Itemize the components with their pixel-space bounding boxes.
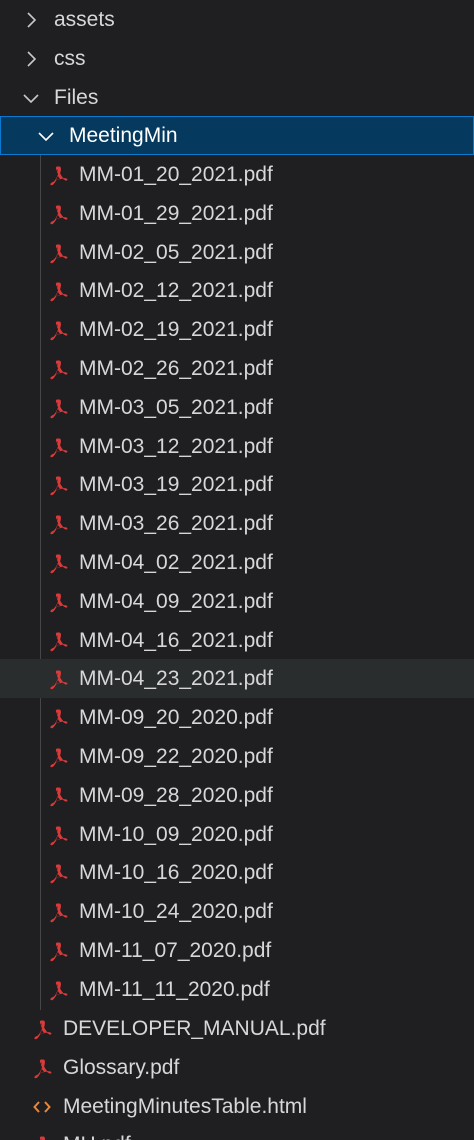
file-label: MM-02_05_2021.pdf	[79, 241, 273, 264]
pdf-icon	[48, 242, 68, 264]
pdf-icon	[48, 358, 68, 380]
pdf-icon	[48, 940, 68, 962]
pdf-icon	[48, 901, 68, 923]
html-icon	[32, 1096, 52, 1118]
file-row[interactable]: Glossary.pdf	[0, 1048, 474, 1087]
file-label: MM-02_19_2021.pdf	[79, 318, 273, 341]
pdf-icon	[48, 979, 68, 1001]
folder-label: assets	[54, 8, 115, 31]
file-label: MeetingMinutesTable.html	[63, 1095, 307, 1118]
file-row[interactable]: MM-01_20_2021.pdf	[0, 155, 474, 194]
pdf-icon	[48, 824, 68, 846]
file-label: MM-01_29_2021.pdf	[79, 202, 273, 225]
file-label: MM-04_09_2021.pdf	[79, 590, 273, 613]
file-label: MM-02_26_2021.pdf	[79, 357, 273, 380]
folder-files[interactable]: Files	[0, 78, 474, 117]
pdf-icon	[32, 1057, 52, 1079]
file-row[interactable]: MM-02_19_2021.pdf	[0, 310, 474, 349]
file-row[interactable]: MM-10_09_2020.pdf	[0, 815, 474, 854]
pdf-icon	[48, 203, 68, 225]
pdf-icon	[48, 862, 68, 884]
chevron-down-icon	[35, 125, 57, 147]
file-label: MM-10_16_2020.pdf	[79, 861, 273, 884]
file-row[interactable]: MM-01_29_2021.pdf	[0, 194, 474, 233]
file-row[interactable]: MM-04_16_2021.pdf	[0, 621, 474, 660]
file-label: MM-09_20_2020.pdf	[79, 706, 273, 729]
pdf-icon	[48, 513, 68, 535]
file-label: MH.pdf	[63, 1125, 131, 1140]
file-label: MM-09_28_2020.pdf	[79, 784, 273, 807]
file-row[interactable]: MM-11_11_2020.pdf	[0, 970, 474, 1009]
file-explorer-tree: assets css Files MeetingMin MM-01_20_202…	[0, 0, 474, 1140]
file-label: MM-03_05_2021.pdf	[79, 396, 273, 419]
chevron-down-icon	[20, 87, 42, 109]
file-label: MM-04_16_2021.pdf	[79, 629, 273, 652]
pdf-icon	[48, 668, 68, 690]
pdf-icon	[48, 280, 68, 302]
file-label: Glossary.pdf	[63, 1056, 180, 1079]
chevron-right-icon	[20, 48, 42, 70]
file-label: MM-04_02_2021.pdf	[79, 551, 273, 574]
file-row[interactable]: DEVELOPER_MANUAL.pdf	[0, 1009, 474, 1048]
file-row[interactable]: MeetingMinutesTable.html	[0, 1087, 474, 1126]
file-row[interactable]: MM-10_16_2020.pdf	[0, 853, 474, 892]
pdf-icon	[48, 552, 68, 574]
folder-label: css	[54, 47, 86, 70]
file-label: MM-04_23_2021.pdf	[79, 667, 273, 690]
chevron-right-icon	[20, 9, 42, 31]
file-label: MM-10_09_2020.pdf	[79, 823, 273, 846]
pdf-icon	[32, 1134, 52, 1140]
pdf-icon	[48, 164, 68, 186]
pdf-icon	[48, 436, 68, 458]
file-label: MM-10_24_2020.pdf	[79, 900, 273, 923]
pdf-icon	[48, 630, 68, 652]
pdf-icon	[48, 746, 68, 768]
folder-label: MeetingMin	[69, 124, 178, 147]
file-row[interactable]: MM-02_12_2021.pdf	[0, 271, 474, 310]
file-row[interactable]: MM-10_24_2020.pdf	[0, 892, 474, 931]
pdf-icon	[48, 397, 68, 419]
file-row[interactable]: MM-11_07_2020.pdf	[0, 931, 474, 970]
file-row[interactable]: MM-09_22_2020.pdf	[0, 737, 474, 776]
file-row[interactable]: MM-03_26_2021.pdf	[0, 504, 474, 543]
file-label: MM-03_19_2021.pdf	[79, 473, 273, 496]
pdf-icon	[48, 785, 68, 807]
file-row[interactable]: MM-04_02_2021.pdf	[0, 543, 474, 582]
file-label: MM-11_07_2020.pdf	[79, 939, 272, 962]
folder-label: Files	[54, 86, 99, 109]
file-label: DEVELOPER_MANUAL.pdf	[63, 1017, 326, 1040]
file-label: MM-02_12_2021.pdf	[79, 279, 273, 302]
folder-meetingmin[interactable]: MeetingMin	[0, 116, 474, 155]
file-row[interactable]: MM-03_12_2021.pdf	[0, 427, 474, 466]
folder-css[interactable]: css	[0, 39, 474, 78]
folder-assets[interactable]: assets	[0, 0, 474, 39]
file-row[interactable]: MM-02_05_2021.pdf	[0, 233, 474, 272]
file-label: MM-03_12_2021.pdf	[79, 435, 273, 458]
file-row[interactable]: MM-04_09_2021.pdf	[0, 582, 474, 621]
file-label: MM-03_26_2021.pdf	[79, 512, 273, 535]
pdf-icon	[48, 591, 68, 613]
file-row[interactable]: MM-02_26_2021.pdf	[0, 349, 474, 388]
file-row[interactable]: MM-04_23_2021.pdf	[0, 659, 474, 698]
pdf-icon	[48, 707, 68, 729]
file-label: MM-11_11_2020.pdf	[79, 978, 270, 1001]
pdf-icon	[48, 319, 68, 341]
pdf-icon	[48, 474, 68, 496]
file-label: MM-01_20_2021.pdf	[79, 163, 273, 186]
pdf-icon	[32, 1018, 52, 1040]
file-row[interactable]: MH.pdf	[0, 1125, 474, 1140]
file-row[interactable]: MM-09_20_2020.pdf	[0, 698, 474, 737]
file-row[interactable]: MM-09_28_2020.pdf	[0, 776, 474, 815]
file-row[interactable]: MM-03_05_2021.pdf	[0, 388, 474, 427]
file-row[interactable]: MM-03_19_2021.pdf	[0, 465, 474, 504]
file-label: MM-09_22_2020.pdf	[79, 745, 273, 768]
